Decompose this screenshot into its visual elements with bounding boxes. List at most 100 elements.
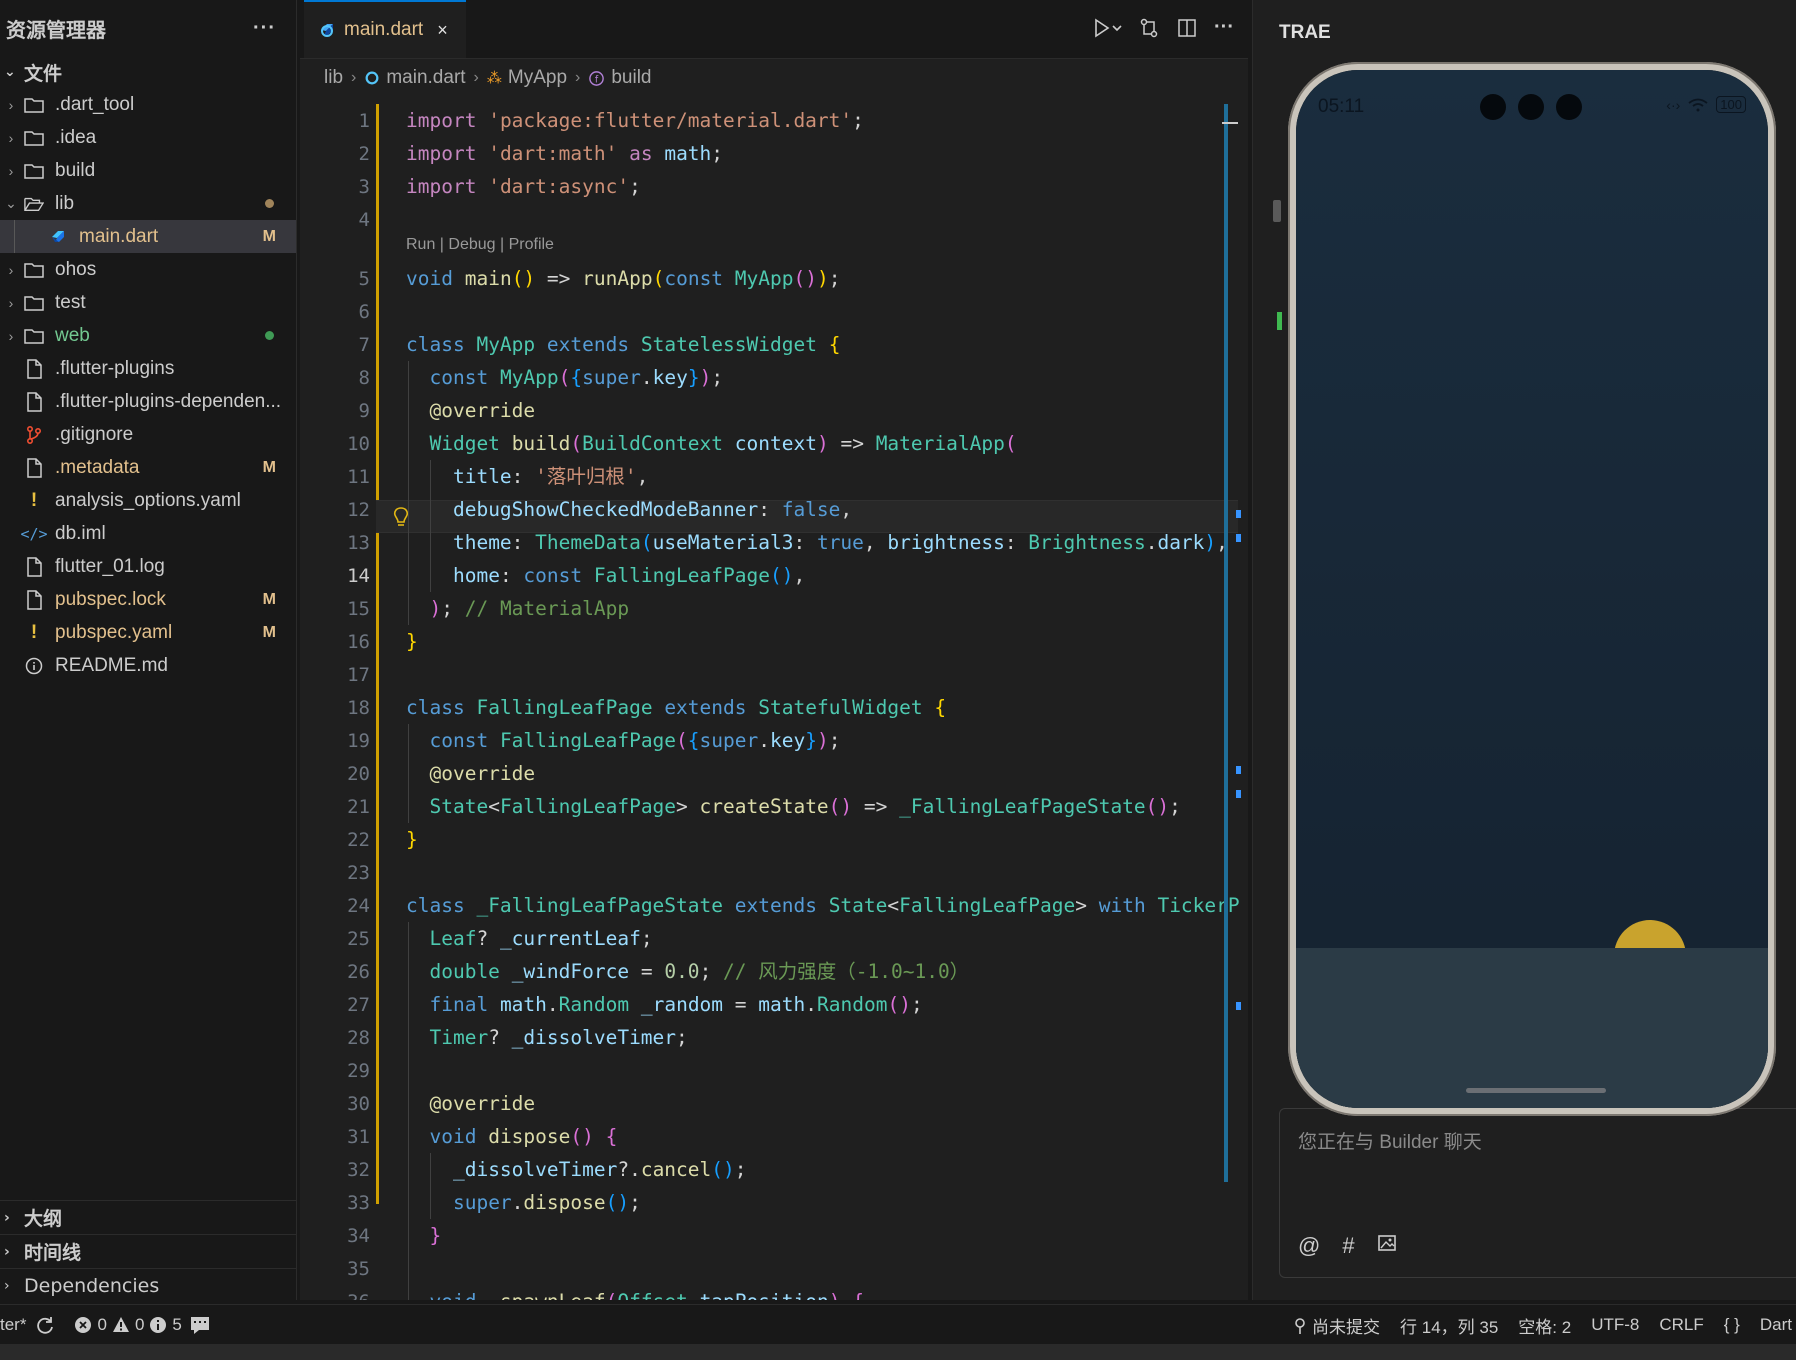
- chat-message-icon[interactable]: [190, 1316, 210, 1334]
- code-token: // 风力强度（-1.0~1.0）: [723, 960, 970, 983]
- code-line: }: [406, 625, 418, 658]
- code-token: final: [429, 993, 489, 1016]
- close-icon[interactable]: ×: [437, 20, 448, 41]
- compare-changes-icon[interactable]: [1138, 17, 1160, 39]
- chat-input[interactable]: 您正在与 Builder 聊天 @ #: [1279, 1108, 1796, 1278]
- branch-label[interactable]: ter*: [0, 1315, 26, 1335]
- tree-item-build[interactable]: › build: [0, 154, 296, 187]
- code-token: MyApp: [476, 333, 536, 356]
- chevron-right-icon: ›: [8, 129, 14, 146]
- codelens-run-debug[interactable]: Run | Debug | Profile: [406, 236, 554, 254]
- code-token: useMaterial3: [652, 531, 794, 554]
- code-token: ): [816, 729, 829, 752]
- code-token: const: [523, 564, 583, 587]
- line-number: 15: [347, 598, 370, 620]
- scrollbar-track[interactable]: [1224, 104, 1228, 1182]
- tree-item-flutter-01-log[interactable]: flutter_01.log: [0, 550, 296, 583]
- phone-screen[interactable]: 05:11 ‹·› 100: [1296, 70, 1768, 1108]
- problems-indicator[interactable]: 0 0 5: [74, 1315, 182, 1335]
- code-token: >: [676, 795, 700, 818]
- code-token: main: [464, 267, 512, 290]
- code-token: _currentLeaf: [499, 927, 641, 950]
- commit-status[interactable]: 尚未提交: [1293, 1313, 1380, 1338]
- code-token: {: [828, 333, 841, 356]
- code-line: final math.Random _random = math.Random(…: [406, 988, 922, 1021]
- code-area[interactable]: 1 2 3 4 5 6 7 8 9 10 11 12 13 14 15 16 17 18 19 20 21 22 23 24 2…: [300, 104, 1248, 1300]
- code-line: double _windForce = 0.0; // 风力强度（-1.0~1.…: [406, 955, 969, 988]
- breadcrumb-myapp[interactable]: ⁂ MyApp: [487, 67, 567, 89]
- language-mode[interactable]: Dart: [1760, 1315, 1792, 1335]
- breadcrumb-build[interactable]: f build: [588, 67, 652, 89]
- image-icon[interactable]: [1377, 1233, 1397, 1259]
- tree-item-main-dart[interactable]: main.dart M: [0, 220, 296, 253]
- phone-status-time: 05:11: [1318, 96, 1365, 117]
- hashtag-icon[interactable]: #: [1342, 1233, 1354, 1259]
- tree-item-metadata[interactable]: .metadata M: [0, 451, 296, 484]
- tree-item-analysis-options-yaml[interactable]: ! analysis_options.yaml: [0, 484, 296, 517]
- file-icon: [24, 457, 44, 478]
- tree-item-web[interactable]: › web: [0, 319, 296, 352]
- code-token: super: [699, 729, 759, 752]
- xml-icon: </>: [20, 524, 48, 543]
- sync-icon[interactable]: [34, 1314, 56, 1336]
- indentation[interactable]: 空格: 2: [1518, 1313, 1571, 1338]
- error-icon: [75, 1317, 92, 1333]
- tree-item-dart-tool[interactable]: › .dart_tool: [0, 88, 296, 121]
- files-section-header[interactable]: ⌄ 文件: [0, 56, 296, 88]
- code-token: _dissolveTimer: [511, 1026, 677, 1049]
- tree-item-readme-md[interactable]: README.md: [0, 649, 296, 682]
- tree-item-test[interactable]: › test: [0, 286, 296, 319]
- outline-section[interactable]: › 大纲: [0, 1200, 296, 1234]
- code-line: @override: [406, 394, 535, 427]
- dependencies-section[interactable]: › Dependencies: [0, 1268, 296, 1302]
- code-token: FallingLeafPage: [593, 564, 770, 587]
- breadcrumb-main-dart[interactable]: main.dart: [364, 67, 466, 89]
- folder-icon: [24, 293, 44, 313]
- code-token: createState: [699, 795, 829, 818]
- chevron-right-icon: ›: [8, 96, 14, 113]
- dart-file-icon: [365, 71, 379, 85]
- encoding[interactable]: UTF-8: [1591, 1315, 1639, 1335]
- tree-item-lib[interactable]: ⌄ lib: [0, 187, 296, 220]
- tree-item-idea[interactable]: › .idea: [0, 121, 296, 154]
- line-number: 33: [347, 1192, 370, 1214]
- run-debug-icon[interactable]: [1092, 17, 1122, 39]
- tree-item-flutter-plugins-dependen[interactable]: .flutter-plugins-dependen...: [0, 385, 296, 418]
- code-token: MyApp: [499, 366, 559, 389]
- tab-main-dart[interactable]: main.dart ×: [304, 0, 466, 58]
- line-number: 4: [358, 209, 370, 231]
- line-number: 22: [347, 829, 370, 851]
- tree-item-flutter-plugins[interactable]: .flutter-plugins: [0, 352, 296, 385]
- line-number: 36: [300, 1291, 370, 1300]
- more-actions-icon[interactable]: ···: [1214, 16, 1234, 39]
- cursor-position[interactable]: 行 14，列 35: [1400, 1313, 1498, 1338]
- line-number: 5: [358, 268, 370, 290]
- tree-item-gitignore[interactable]: .gitignore: [0, 418, 296, 451]
- breadcrumb-lib[interactable]: lib: [324, 67, 343, 89]
- line-ending[interactable]: CRLF: [1659, 1315, 1703, 1335]
- more-actions-icon[interactable]: ···: [253, 17, 276, 40]
- tree-item-pubspec-yaml[interactable]: ! pubspec.yaml M: [0, 616, 296, 649]
- timeline-section[interactable]: › 时间线: [0, 1234, 296, 1268]
- panel-title: TRAE: [1279, 22, 1331, 43]
- tree-item-ohos[interactable]: › ohos: [0, 253, 296, 286]
- code-token: extends: [734, 894, 817, 917]
- code-line: const FallingLeafPage({super.key});: [406, 724, 840, 757]
- tree-item-label: .gitignore: [55, 423, 134, 445]
- tree-item-pubspec-lock[interactable]: pubspec.lock M: [0, 583, 296, 616]
- code-token: StatefulWidget: [758, 696, 923, 719]
- tree-item-db-iml[interactable]: </> db.iml: [0, 517, 296, 550]
- braces-icon[interactable]: { }: [1724, 1315, 1740, 1335]
- tab-label: main.dart: [344, 19, 424, 40]
- split-editor-icon[interactable]: [1176, 17, 1198, 39]
- mention-icon[interactable]: @: [1298, 1233, 1320, 1259]
- code-token: State: [429, 795, 489, 818]
